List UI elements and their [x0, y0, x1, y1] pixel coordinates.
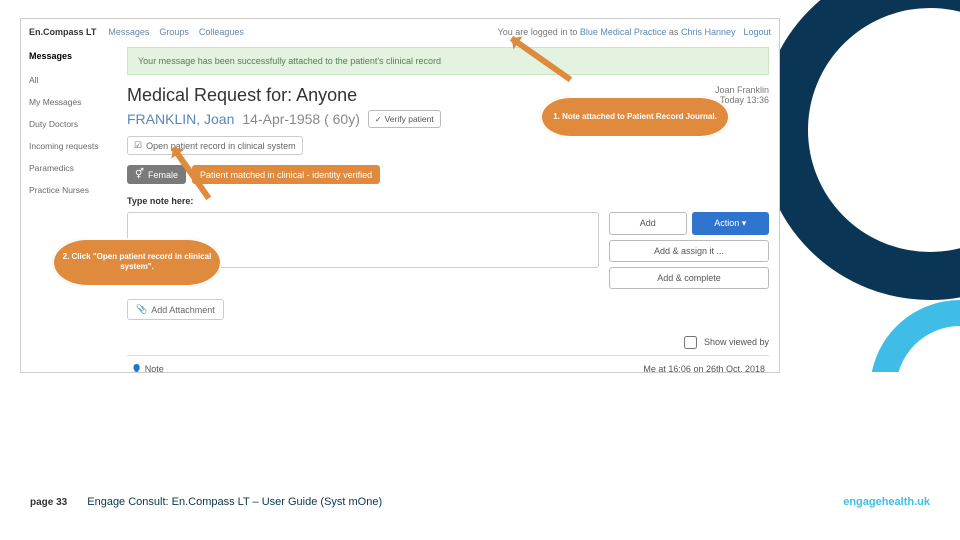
- nav-colleagues[interactable]: Colleagues: [199, 27, 244, 37]
- sidebar: Messages All My Messages Duty Doctors In…: [21, 45, 121, 372]
- content-area: Your message has been successfully attac…: [121, 45, 779, 372]
- sidebar-item-mymessages[interactable]: My Messages: [21, 91, 121, 113]
- gender-badge: Female: [127, 165, 186, 184]
- top-nav: En.Compass LT Messages Groups Colleagues…: [21, 19, 779, 45]
- sidebar-item-paramedics[interactable]: Paramedics: [21, 157, 121, 179]
- decorative-cyan-arc: [870, 300, 960, 480]
- nav-messages[interactable]: Messages: [108, 27, 149, 37]
- check-icon: [375, 114, 382, 124]
- page-number: page 33: [30, 497, 67, 508]
- add-button[interactable]: Add: [609, 212, 687, 235]
- gender-icon: [135, 169, 144, 180]
- person-icon: [131, 364, 142, 373]
- patient-name[interactable]: FRANKLIN, Joan: [127, 111, 234, 127]
- chevron-down-icon: ▾: [742, 218, 747, 228]
- request-title: Medical Request for: Anyone: [127, 85, 357, 106]
- add-attachment-button[interactable]: Add Attachment: [127, 299, 224, 320]
- note-row: Note Me at 16:06 on 26th Oct, 2018: [127, 355, 769, 373]
- logout-link[interactable]: Logout: [743, 27, 771, 37]
- note-label: Type note here:: [127, 196, 769, 206]
- patient-dob: 14-Apr-1958 ( 60y): [242, 111, 360, 127]
- login-info: You are logged in to Blue Medical Practi…: [498, 27, 736, 37]
- open-icon: [134, 140, 142, 151]
- note-icon-label: Note: [131, 364, 164, 373]
- brand: En.Compass LT: [29, 27, 96, 37]
- matched-badge: Patient matched in clinical - identity v…: [192, 165, 380, 184]
- add-assign-button[interactable]: Add & assign it ...: [609, 240, 769, 262]
- action-button[interactable]: Action ▾: [692, 212, 770, 235]
- app-screenshot: En.Compass LT Messages Groups Colleagues…: [20, 18, 780, 373]
- note-meta: Me at 16:06 on 26th Oct, 2018: [643, 364, 765, 373]
- footer-url: engagehealth.uk: [843, 496, 930, 508]
- doc-title: Engage Consult: En.Compass LT – User Gui…: [87, 496, 382, 508]
- annotation-callout-2: 2. Click "Open patient record in clinica…: [52, 238, 222, 287]
- sidebar-item-incoming[interactable]: Incoming requests: [21, 135, 121, 157]
- show-viewed-by: Show viewed by: [127, 336, 769, 349]
- slide-footer: page 33 Engage Consult: En.Compass LT – …: [30, 496, 930, 508]
- add-complete-button[interactable]: Add & complete: [609, 267, 769, 289]
- annotation-callout-1: 1. Note attached to Patient Record Journ…: [540, 96, 730, 138]
- decorative-dark-arc: [760, 0, 960, 300]
- sidebar-heading: Messages: [21, 47, 121, 69]
- sidebar-item-all[interactable]: All: [21, 69, 121, 91]
- show-viewed-checkbox[interactable]: [684, 336, 697, 349]
- success-banner: Your message has been successfully attac…: [127, 47, 769, 75]
- sidebar-item-nurses[interactable]: Practice Nurses: [21, 179, 121, 201]
- open-record-button[interactable]: Open patient record in clinical system: [127, 136, 303, 155]
- paperclip-icon: [136, 304, 147, 315]
- caller-info: Joan Franklin Today 13:36: [715, 85, 769, 105]
- nav-groups[interactable]: Groups: [159, 27, 189, 37]
- verify-patient-button[interactable]: Verify patient: [368, 110, 441, 128]
- sidebar-item-duty[interactable]: Duty Doctors: [21, 113, 121, 135]
